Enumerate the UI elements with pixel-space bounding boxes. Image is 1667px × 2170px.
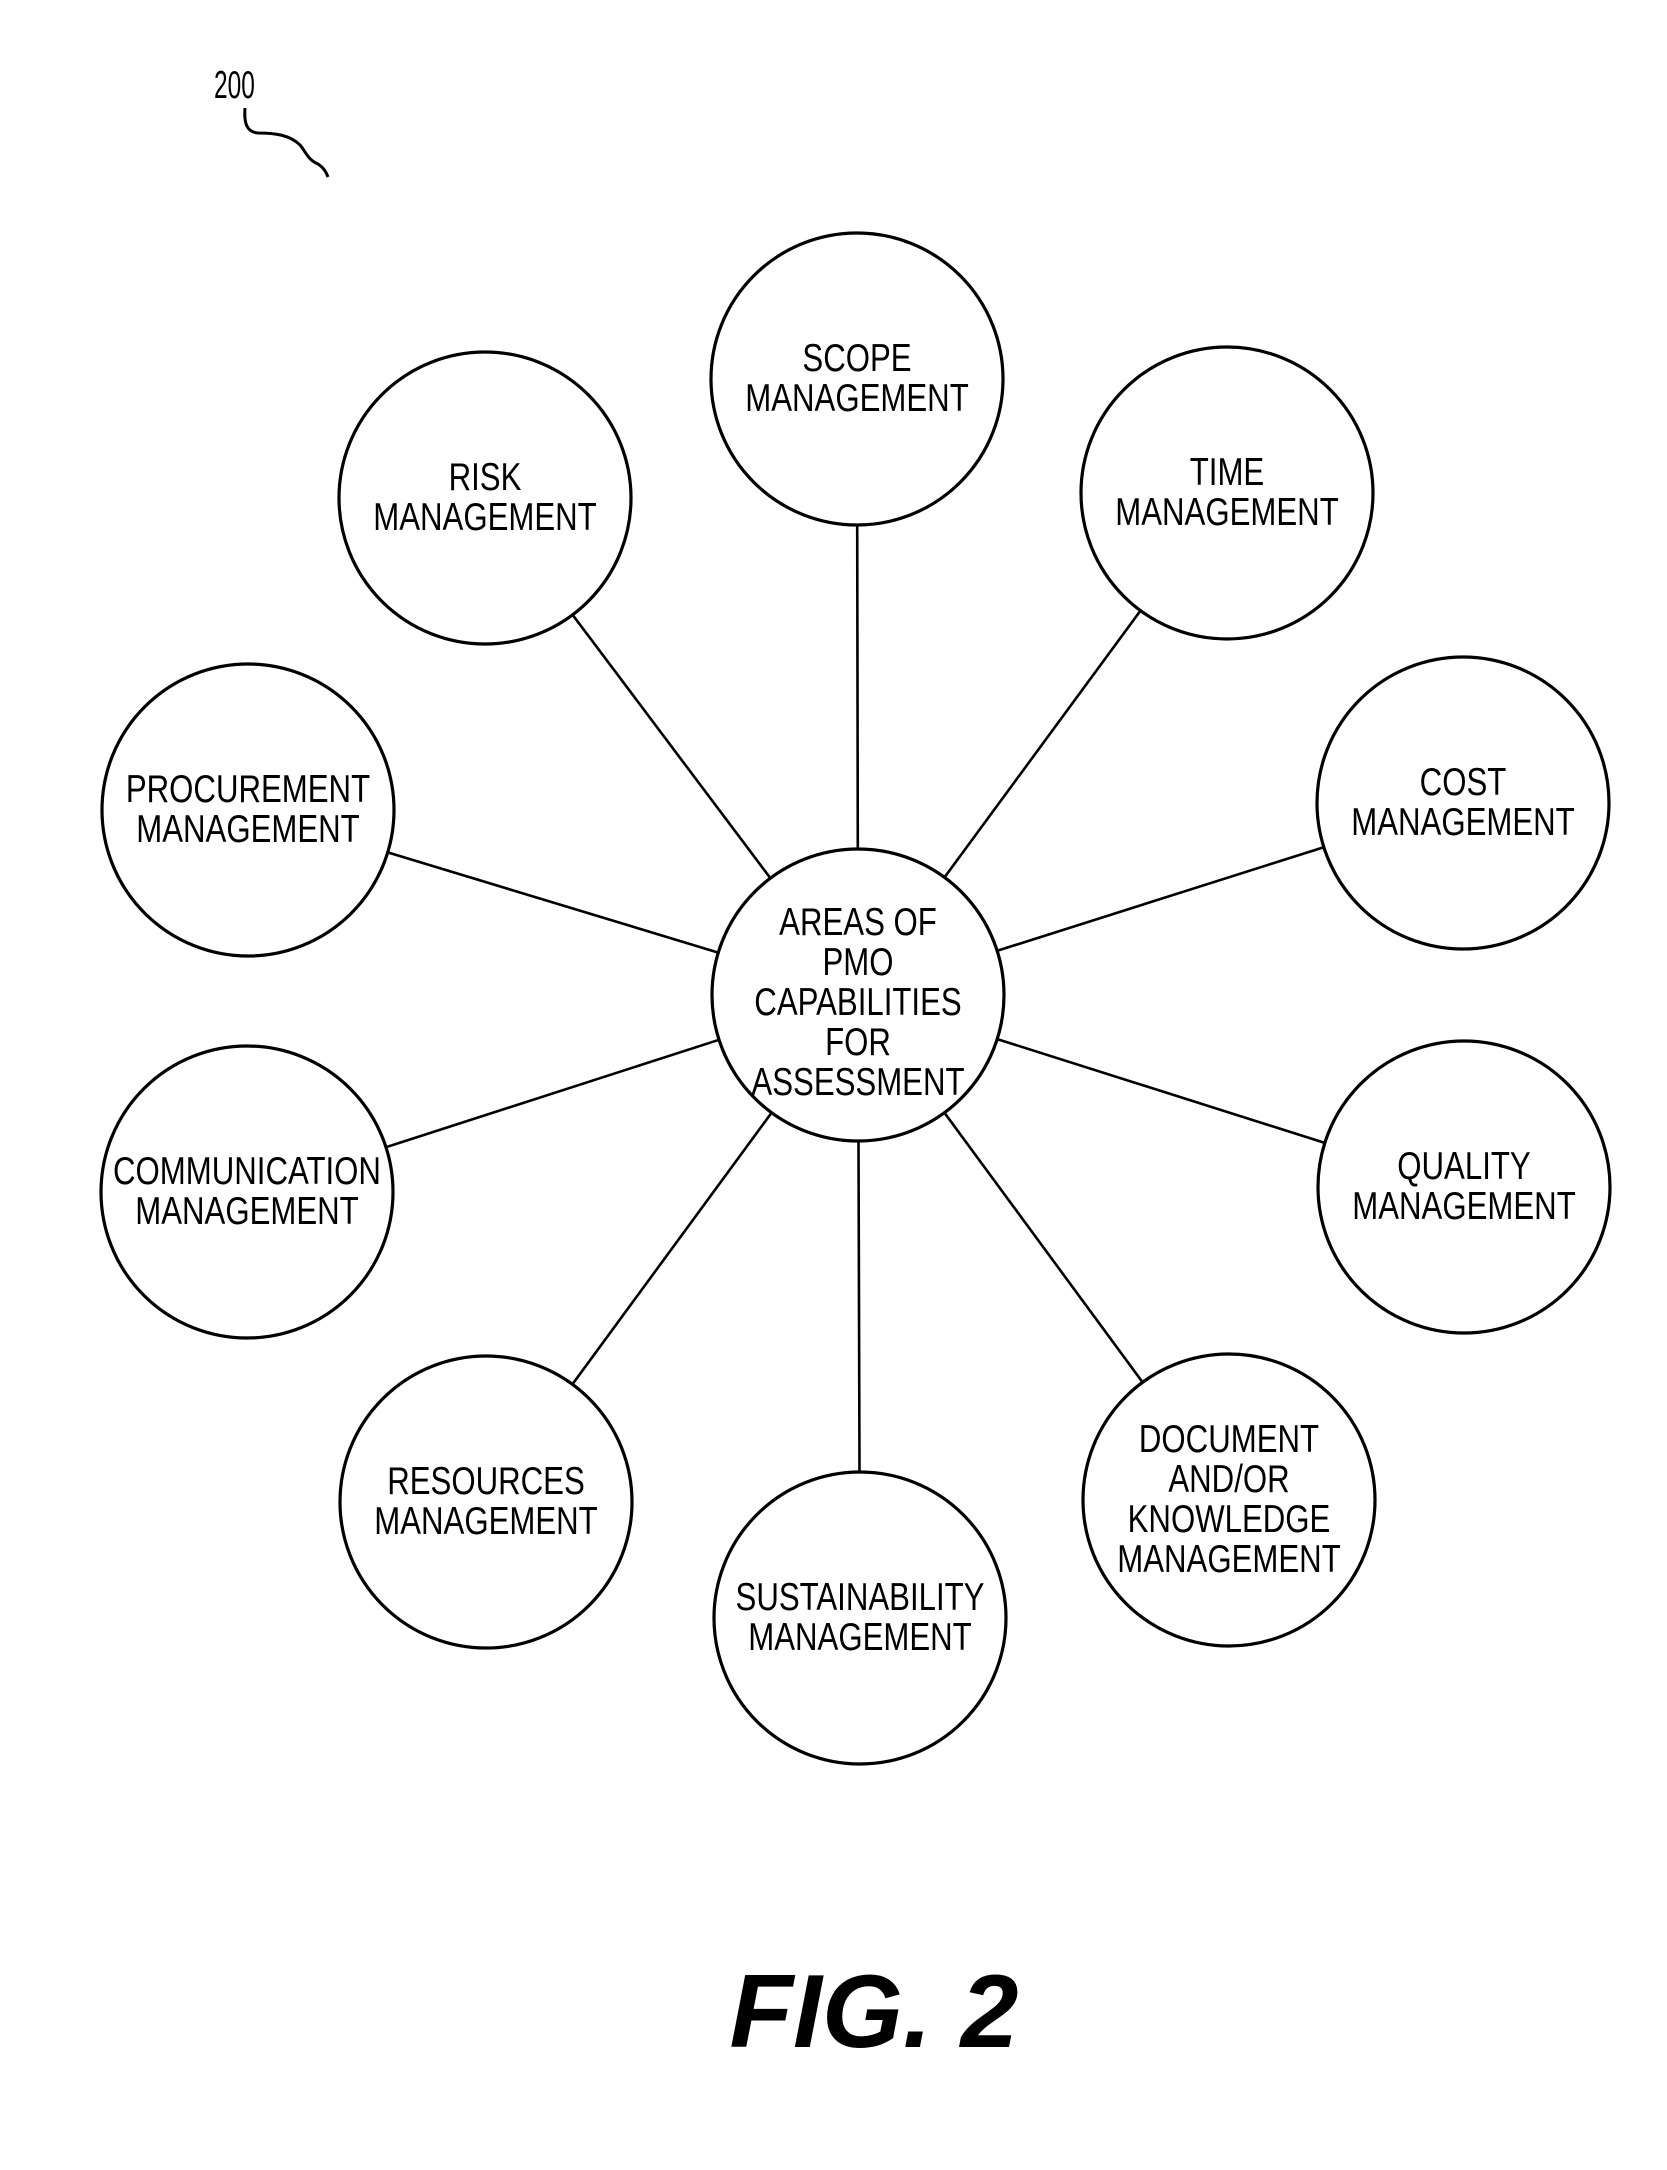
node-label-line: MANAGEMENT xyxy=(374,1500,597,1543)
node-quality: QUALITYMANAGEMENT xyxy=(1316,1039,1612,1335)
node-label-line: AND/OR xyxy=(1168,1458,1289,1501)
node-label-line: MANAGEMENT xyxy=(373,496,596,539)
node-label-line: SUSTAINABILITY xyxy=(736,1576,985,1619)
connector-quality xyxy=(996,1037,1326,1145)
node-label-line: SCOPE xyxy=(802,337,911,380)
node-document-knowledge: DOCUMENTAND/ORKNOWLEDGEMANAGEMENT xyxy=(1081,1352,1377,1648)
node-label-line: MANAGEMENT xyxy=(745,377,968,420)
node-label-line: COMMUNICATION xyxy=(113,1150,381,1193)
hub-node: AREAS OFPMOCAPABILITIESFORASSESSMENT xyxy=(710,847,1006,1143)
capability-nodes: AREAS OFPMOCAPABILITIESFORASSESSMENT SCOP… xyxy=(99,231,1612,1766)
connector-time xyxy=(943,609,1142,879)
node-resources: RESOURCESMANAGEMENT xyxy=(338,1354,634,1650)
node-label-line: MANAGEMENT xyxy=(1115,491,1338,534)
connector-scope xyxy=(855,524,860,850)
node-time: TIMEMANAGEMENT xyxy=(1079,345,1375,641)
node-label-line: MANAGEMENT xyxy=(1351,801,1574,844)
connector-communication xyxy=(385,1038,720,1149)
node-label-line: RESOURCES xyxy=(387,1460,585,1503)
connector-risk xyxy=(571,614,772,879)
node-label-line: DOCUMENT xyxy=(1139,1418,1319,1461)
node-risk: RISKMANAGEMENT xyxy=(337,350,633,646)
node-label-line: MANAGEMENT xyxy=(748,1616,971,1659)
connector-procurement xyxy=(387,851,719,954)
node-cost: COSTMANAGEMENT xyxy=(1315,655,1611,951)
reference-numeral: 200 xyxy=(214,62,255,106)
node-scope: SCOPEMANAGEMENT xyxy=(709,231,1005,527)
node-label-line: QUALITY xyxy=(1397,1145,1530,1188)
node-label-line: AREAS OF xyxy=(779,901,937,944)
node-label-line: TIME xyxy=(1190,451,1264,494)
reference-numeral-group: 200 xyxy=(214,62,330,178)
node-label-line: PMO xyxy=(822,941,893,984)
node-label-line: RISK xyxy=(449,456,522,499)
node-label-line: ASSESSMENT xyxy=(751,1061,964,1104)
node-label-line: PROCUREMENT xyxy=(126,768,370,811)
reference-leader-line xyxy=(243,107,330,178)
node-label-line: MANAGEMENT xyxy=(135,1190,358,1233)
node-label-line: MANAGEMENT xyxy=(1117,1538,1340,1581)
node-label-line: KNOWLEDGE xyxy=(1128,1498,1331,1541)
node-communication: COMMUNICATIONMANAGEMENT xyxy=(99,1044,395,1340)
figure-caption: FIG. 2 xyxy=(730,1954,1019,2070)
node-label-line: FOR xyxy=(825,1021,891,1064)
node-label-line: MANAGEMENT xyxy=(1352,1185,1575,1228)
node-label-line: MANAGEMENT xyxy=(136,808,359,851)
connector-resources xyxy=(571,1111,773,1386)
connector-cost xyxy=(996,845,1325,953)
node-label-line: COST xyxy=(1420,761,1507,804)
node-label-line: CAPABILITIES xyxy=(754,981,961,1024)
node-procurement: PROCUREMENTMANAGEMENT xyxy=(100,662,396,958)
pmo-capabilities-diagram: 200 AREAS OFPMOCAPABILITIESFORASSESSMENT… xyxy=(99,62,1612,2070)
connector-document-knowledge xyxy=(943,1111,1144,1384)
node-sustainability: SUSTAINABILITYMANAGEMENT xyxy=(712,1470,1008,1766)
connector-sustainability xyxy=(857,1140,861,1473)
